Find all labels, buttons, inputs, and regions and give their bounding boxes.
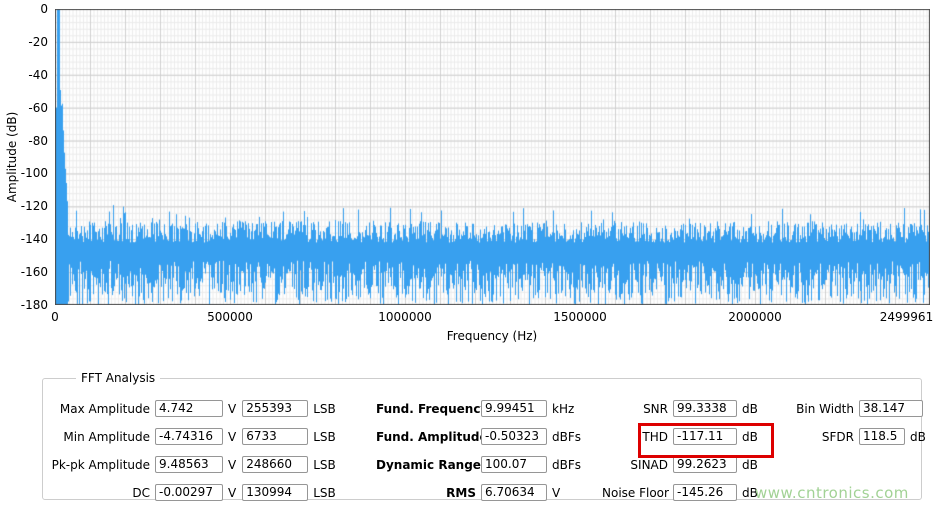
field-label: Max Amplitude bbox=[59, 401, 150, 416]
y-tick-label: -20 bbox=[28, 34, 48, 49]
unit-label: dB bbox=[910, 429, 926, 444]
y-tick-label: -60 bbox=[28, 100, 48, 115]
field-row-min-amplitude: Min Amplitude -4.74316 V 6733 LSB bbox=[46, 427, 342, 446]
y-tick-label: 0 bbox=[40, 2, 48, 16]
field-row-fund-amplitude: Fund. Amplitude -0.50323 dBFs bbox=[376, 427, 587, 446]
pkpk-amplitude-v-box[interactable]: 9.48563 bbox=[155, 456, 223, 473]
unit-label: dB bbox=[742, 429, 758, 444]
unit-label: dB bbox=[742, 457, 758, 472]
field-row-dynamic-range: Dynamic Range 100.07 dBFs bbox=[376, 455, 587, 474]
unit-label: dBFs bbox=[552, 457, 582, 472]
dynamic-range-box[interactable]: 100.07 bbox=[481, 456, 547, 473]
sinad-box[interactable]: 99.2623 bbox=[673, 456, 737, 473]
y-axis-title: Amplitude (dB) bbox=[5, 111, 19, 203]
y-tick-label: -160 bbox=[20, 265, 48, 280]
field-row-bin-width: Bin Width 38.147 bbox=[794, 399, 933, 418]
thd-box[interactable]: -117.11 bbox=[673, 428, 737, 445]
field-row-thd: THD -117.11 dB bbox=[602, 427, 764, 446]
field-label: Noise Floor bbox=[602, 485, 669, 500]
bin-width-box[interactable]: 38.147 bbox=[859, 400, 923, 417]
field-row-snr: SNR 99.3338 dB bbox=[602, 399, 764, 418]
field-label: Fund. Frequency bbox=[376, 401, 489, 416]
y-tick-label: -140 bbox=[20, 232, 48, 247]
fft-analyzer-window: Amplitude (dB) 0 -20 -40 -60 -80 -100 -120 -140… bbox=[0, 0, 933, 507]
x-tick-label: 2000000 bbox=[728, 310, 782, 324]
dc-v-box[interactable]: -0.00297 bbox=[155, 484, 223, 501]
unit-label: LSB bbox=[313, 485, 336, 500]
field-row-max-amplitude: Max Amplitude 4.742 V 255393 LSB bbox=[46, 399, 342, 418]
unit-label: V bbox=[228, 457, 237, 472]
field-label: Dynamic Range bbox=[376, 457, 481, 472]
rms-box[interactable]: 6.70634 bbox=[481, 484, 547, 501]
field-label: Pk-pk Amplitude bbox=[51, 457, 150, 472]
fft-spectrum-canvas bbox=[55, 9, 930, 305]
field-row-fund-frequency: Fund. Frequency 9.99451 kHz bbox=[376, 399, 580, 418]
min-amplitude-lsb-box[interactable]: 6733 bbox=[242, 428, 309, 445]
fft-plot bbox=[55, 9, 930, 305]
field-label: SINAD bbox=[630, 457, 668, 472]
field-label: RMS bbox=[446, 485, 476, 500]
unit-label: kHz bbox=[552, 401, 575, 416]
fund-frequency-box[interactable]: 9.99451 bbox=[481, 400, 547, 417]
min-amplitude-v-box[interactable]: -4.74316 bbox=[155, 428, 223, 445]
dc-lsb-box[interactable]: 130994 bbox=[242, 484, 309, 501]
snr-box[interactable]: 99.3338 bbox=[673, 400, 737, 417]
sfdr-box[interactable]: 118.5 bbox=[859, 428, 905, 445]
field-label: Bin Width bbox=[796, 401, 854, 416]
y-tick-label: -80 bbox=[28, 133, 48, 148]
y-tick-label: -100 bbox=[20, 166, 48, 181]
watermark: www.cntronics.com bbox=[755, 484, 909, 502]
max-amplitude-lsb-box[interactable]: 255393 bbox=[242, 400, 309, 417]
max-amplitude-v-box[interactable]: 4.742 bbox=[155, 400, 223, 417]
field-row-rms: RMS 6.70634 V bbox=[376, 483, 566, 502]
y-tick-label: -40 bbox=[28, 67, 48, 82]
x-tick-label: 500000 bbox=[207, 310, 253, 324]
pkpk-amplitude-lsb-box[interactable]: 248660 bbox=[242, 456, 309, 473]
field-row-noise-floor: Noise Floor -145.26 dB bbox=[602, 483, 764, 502]
field-label: Min Amplitude bbox=[63, 429, 150, 444]
field-label: Fund. Amplitude bbox=[376, 429, 488, 444]
unit-label: V bbox=[228, 429, 237, 444]
field-label: SNR bbox=[643, 401, 668, 416]
x-tick-label: 1000000 bbox=[378, 310, 432, 324]
x-tick-label: 2499961 bbox=[879, 310, 933, 324]
field-label: DC bbox=[132, 485, 150, 500]
field-label: SFDR bbox=[821, 429, 854, 444]
unit-label: V bbox=[552, 485, 561, 500]
unit-label: V bbox=[228, 401, 237, 416]
noise-floor-box[interactable]: -145.26 bbox=[673, 484, 737, 501]
x-axis-title: Frequency (Hz) bbox=[446, 329, 538, 343]
field-row-sfdr: SFDR 118.5 dB bbox=[794, 427, 932, 446]
field-label: THD bbox=[642, 429, 668, 444]
field-row-dc: DC -0.00297 V 130994 LSB bbox=[46, 483, 342, 502]
unit-label: V bbox=[228, 485, 237, 500]
field-row-sinad: SINAD 99.2623 dB bbox=[602, 455, 764, 474]
fft-analysis-title: FFT Analysis bbox=[76, 371, 161, 385]
y-tick-label: -180 bbox=[20, 298, 48, 312]
y-tick-label: -120 bbox=[20, 199, 48, 214]
field-row-pkpk-amplitude: Pk-pk Amplitude 9.48563 V 248660 LSB bbox=[46, 455, 342, 474]
x-tick-label: 1500000 bbox=[553, 310, 607, 324]
unit-label: LSB bbox=[313, 457, 336, 472]
unit-label: dBFs bbox=[552, 429, 582, 444]
unit-label: LSB bbox=[313, 429, 336, 444]
unit-label: LSB bbox=[313, 401, 336, 416]
x-tick-label: 0 bbox=[51, 310, 59, 324]
unit-label: dB bbox=[742, 401, 758, 416]
fund-amplitude-box[interactable]: -0.50323 bbox=[481, 428, 547, 445]
